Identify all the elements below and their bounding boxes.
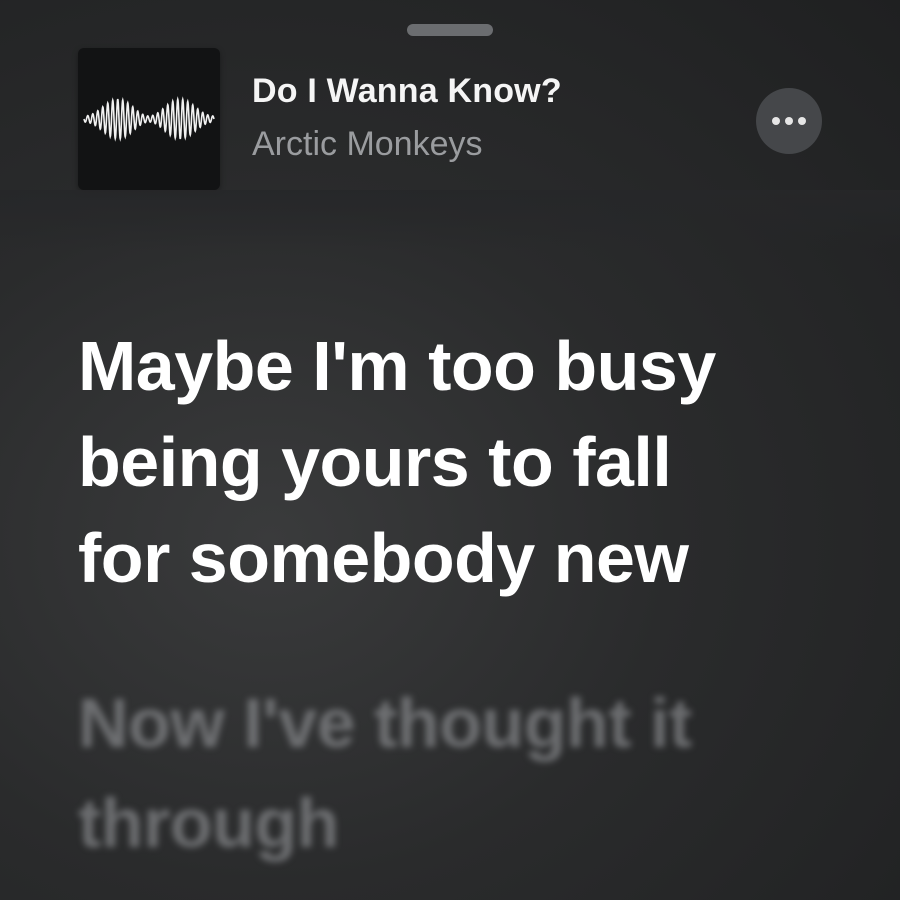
ellipsis-icon <box>772 117 780 125</box>
album-artwork[interactable] <box>78 48 220 190</box>
next-lyric[interactable]: Now I've thought it through <box>78 673 858 873</box>
sound-wave-icon <box>83 96 215 142</box>
lyric-line: being yours to fall <box>78 423 672 501</box>
lyric-line: for somebody new <box>78 519 689 597</box>
song-title[interactable]: Do I Wanna Know? <box>252 72 562 111</box>
current-lyric[interactable]: Maybe I'm too busy being yours to fall f… <box>78 318 858 606</box>
lyric-line: Maybe I'm too busy <box>78 327 716 405</box>
ellipsis-icon <box>785 117 793 125</box>
lyric-line: Now I've thought it <box>78 684 692 762</box>
more-options-button[interactable] <box>756 88 822 154</box>
lyrics-top-fade <box>0 190 900 250</box>
ellipsis-icon <box>798 117 806 125</box>
artist-name[interactable]: Arctic Monkeys <box>252 125 483 164</box>
lyric-line: through <box>78 784 339 862</box>
sheet-grabber-handle[interactable] <box>407 24 493 36</box>
